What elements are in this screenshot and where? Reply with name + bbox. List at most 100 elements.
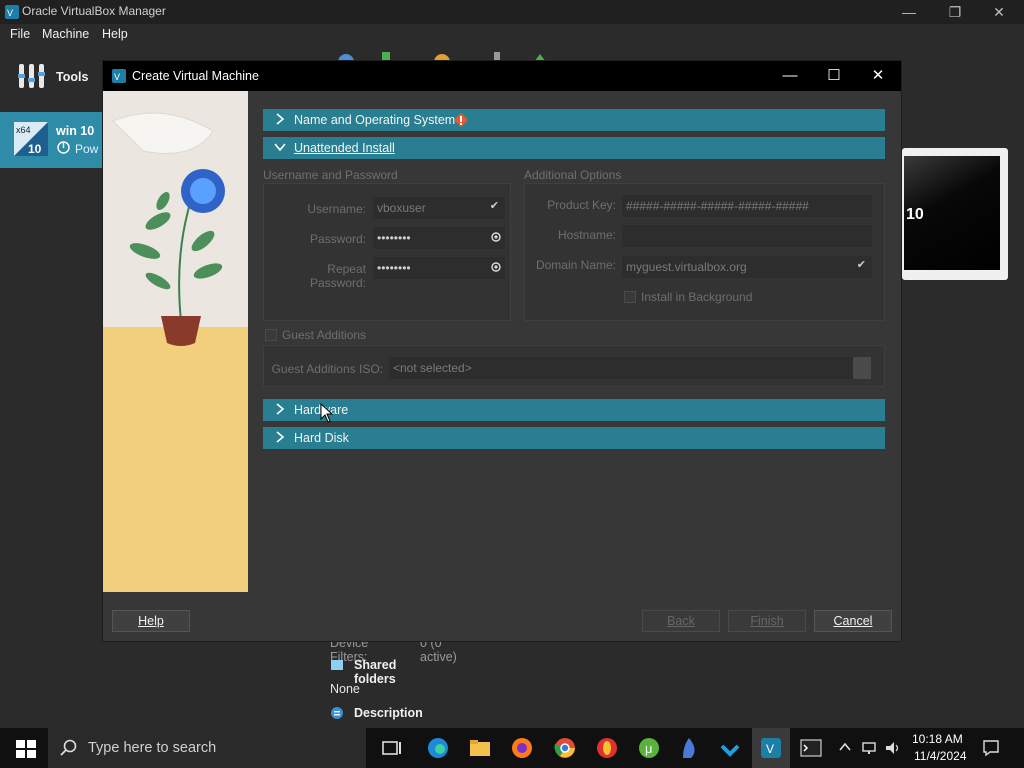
show-password-eye-icon[interactable] bbox=[491, 232, 501, 242]
task-view-icon[interactable] bbox=[380, 736, 404, 760]
cancel-button[interactable]: Cancel bbox=[814, 610, 892, 632]
valid-check-icon: ✔ bbox=[856, 259, 866, 271]
file-explorer-icon[interactable] bbox=[468, 736, 492, 760]
finish-button[interactable]: Finish bbox=[728, 610, 806, 632]
vm-list-item[interactable]: x64 10 bbox=[0, 112, 102, 168]
close-button[interactable]: ✕ bbox=[976, 0, 1022, 24]
network-icon[interactable] bbox=[861, 740, 877, 756]
domain-name-field[interactable]: myguest.virtualbox.org ✔ bbox=[622, 256, 872, 278]
password-field[interactable]: •••••••• bbox=[373, 227, 505, 249]
illustration-ground bbox=[103, 327, 248, 592]
svg-text:V: V bbox=[7, 8, 13, 18]
windows-start-icon[interactable] bbox=[14, 736, 38, 760]
os-badge-text: x64 bbox=[16, 125, 31, 135]
dialog-titlebar: V Create Virtual Machine — ☐ ✕ bbox=[103, 61, 901, 91]
chevron-down-icon bbox=[274, 143, 286, 152]
search-placeholder: Type here to search bbox=[88, 740, 217, 756]
notifications-icon[interactable] bbox=[982, 739, 1000, 757]
app-feather-icon[interactable] bbox=[677, 736, 701, 760]
show-password-eye-icon[interactable] bbox=[491, 262, 501, 272]
username-group-title: Username and Password bbox=[263, 168, 398, 182]
power-icon bbox=[57, 141, 70, 154]
guest-additions-iso-value: <not selected> bbox=[393, 361, 472, 375]
terminal-icon[interactable] bbox=[799, 736, 823, 760]
password-label: Password: bbox=[309, 232, 366, 246]
chrome-icon[interactable] bbox=[553, 736, 577, 760]
tools-icon[interactable] bbox=[16, 60, 48, 92]
app-arrows-icon[interactable] bbox=[718, 736, 742, 760]
dialog-minimize-button[interactable]: — bbox=[767, 61, 813, 91]
shared-folders-value: None bbox=[330, 682, 360, 696]
vm-state: Pow bbox=[75, 142, 99, 156]
menubar: File Machine Help bbox=[0, 24, 1024, 46]
repeat-password-value: •••••••• bbox=[377, 261, 411, 275]
section-hard-disk[interactable]: Hard Disk bbox=[263, 427, 885, 449]
install-in-background-label: Install in Background bbox=[641, 290, 753, 304]
hostname-label: Hostname: bbox=[557, 228, 616, 242]
help-button-label: Help bbox=[138, 614, 164, 628]
section-hardware[interactable]: Hardware bbox=[263, 399, 885, 421]
guest-additions-iso-label: Guest Additions ISO: bbox=[271, 362, 383, 376]
maximize-button[interactable]: ❐ bbox=[932, 0, 978, 24]
shared-folders-icon bbox=[331, 660, 343, 670]
search-icon bbox=[60, 739, 77, 756]
chevron-right-icon bbox=[276, 431, 285, 443]
section-name-and-os[interactable]: Name and Operating System bbox=[263, 109, 885, 131]
volume-icon[interactable] bbox=[884, 740, 900, 756]
password-value: •••••••• bbox=[377, 231, 411, 245]
section-unattended-label: Unattended Install bbox=[294, 141, 395, 155]
virtualbox-icon: V bbox=[761, 738, 781, 758]
guest-additions-label: Guest Additions bbox=[282, 328, 367, 342]
username-field[interactable]: vboxuser ✔ bbox=[373, 197, 505, 219]
taskbar-search-box[interactable]: Type here to search bbox=[48, 728, 366, 768]
hostname-field[interactable] bbox=[622, 225, 872, 247]
back-button[interactable]: Back bbox=[642, 610, 720, 632]
shared-folders-header: Shared folders bbox=[354, 658, 397, 686]
svg-text:μ: μ bbox=[645, 741, 653, 756]
tray-chevron-up-icon[interactable] bbox=[838, 740, 852, 754]
mouse-cursor-icon bbox=[320, 403, 334, 423]
edge-icon[interactable] bbox=[426, 736, 450, 760]
create-vm-dialog: V Create Virtual Machine — ☐ ✕ Name and … bbox=[102, 60, 902, 642]
opera-icon[interactable] bbox=[595, 736, 619, 760]
vm-name: win 10 bbox=[56, 124, 95, 138]
menu-machine[interactable]: Machine bbox=[42, 27, 89, 41]
svg-text:V: V bbox=[766, 742, 774, 756]
wizard-illustration bbox=[103, 91, 248, 592]
domain-name-label: Domain Name: bbox=[535, 258, 616, 272]
svg-text:V: V bbox=[114, 72, 120, 82]
tools-label[interactable]: Tools bbox=[56, 70, 88, 84]
help-button[interactable]: Help bbox=[112, 610, 190, 632]
clock-time[interactable]: 10:18 AM bbox=[912, 732, 963, 746]
dialog-maximize-button[interactable]: ☐ bbox=[811, 61, 857, 91]
install-in-background-checkbox[interactable] bbox=[624, 291, 636, 303]
dialog-close-button[interactable]: ✕ bbox=[855, 61, 901, 91]
virtualbox-logo-icon: V bbox=[5, 5, 19, 19]
taskbar: Type here to search μ V 10:18 AM 11/4/20… bbox=[0, 728, 1024, 768]
repeat-password-field[interactable]: •••••••• bbox=[373, 257, 505, 279]
menu-help[interactable]: Help bbox=[102, 27, 128, 41]
clock-date[interactable]: 11/4/2024 bbox=[914, 749, 967, 763]
repeat-password-label: Repeat Password: bbox=[309, 262, 366, 290]
firefox-icon[interactable] bbox=[510, 736, 534, 760]
utorrent-icon[interactable]: μ bbox=[637, 736, 661, 760]
product-key-field[interactable]: #####-#####-#####-#####-##### bbox=[622, 195, 872, 217]
username-value: vboxuser bbox=[377, 201, 426, 215]
section-hard-disk-label: Hard Disk bbox=[294, 431, 349, 445]
guest-additions-checkbox[interactable] bbox=[265, 329, 277, 341]
description-icon bbox=[331, 707, 343, 719]
valid-check-icon: ✔ bbox=[489, 200, 499, 212]
dialog-title: Create Virtual Machine bbox=[132, 69, 259, 83]
iso-dropdown-arrow-icon[interactable] bbox=[853, 357, 871, 379]
description-header: Description bbox=[354, 706, 423, 720]
warning-icon bbox=[454, 113, 468, 127]
menu-file[interactable]: File bbox=[10, 27, 30, 41]
virtualbox-taskbar-button[interactable]: V bbox=[752, 728, 790, 768]
vm-preview-text: 10 bbox=[906, 206, 924, 223]
domain-name-value: myguest.virtualbox.org bbox=[626, 260, 747, 274]
guest-additions-iso-select[interactable]: <not selected> bbox=[389, 357, 871, 379]
minimize-button[interactable]: — bbox=[886, 0, 932, 24]
manager-titlebar: V Oracle VirtualBox Manager — ❐ ✕ bbox=[0, 0, 1024, 24]
product-key-label: Product Key: bbox=[547, 198, 616, 212]
section-unattended-install[interactable]: Unattended Install bbox=[263, 137, 885, 159]
